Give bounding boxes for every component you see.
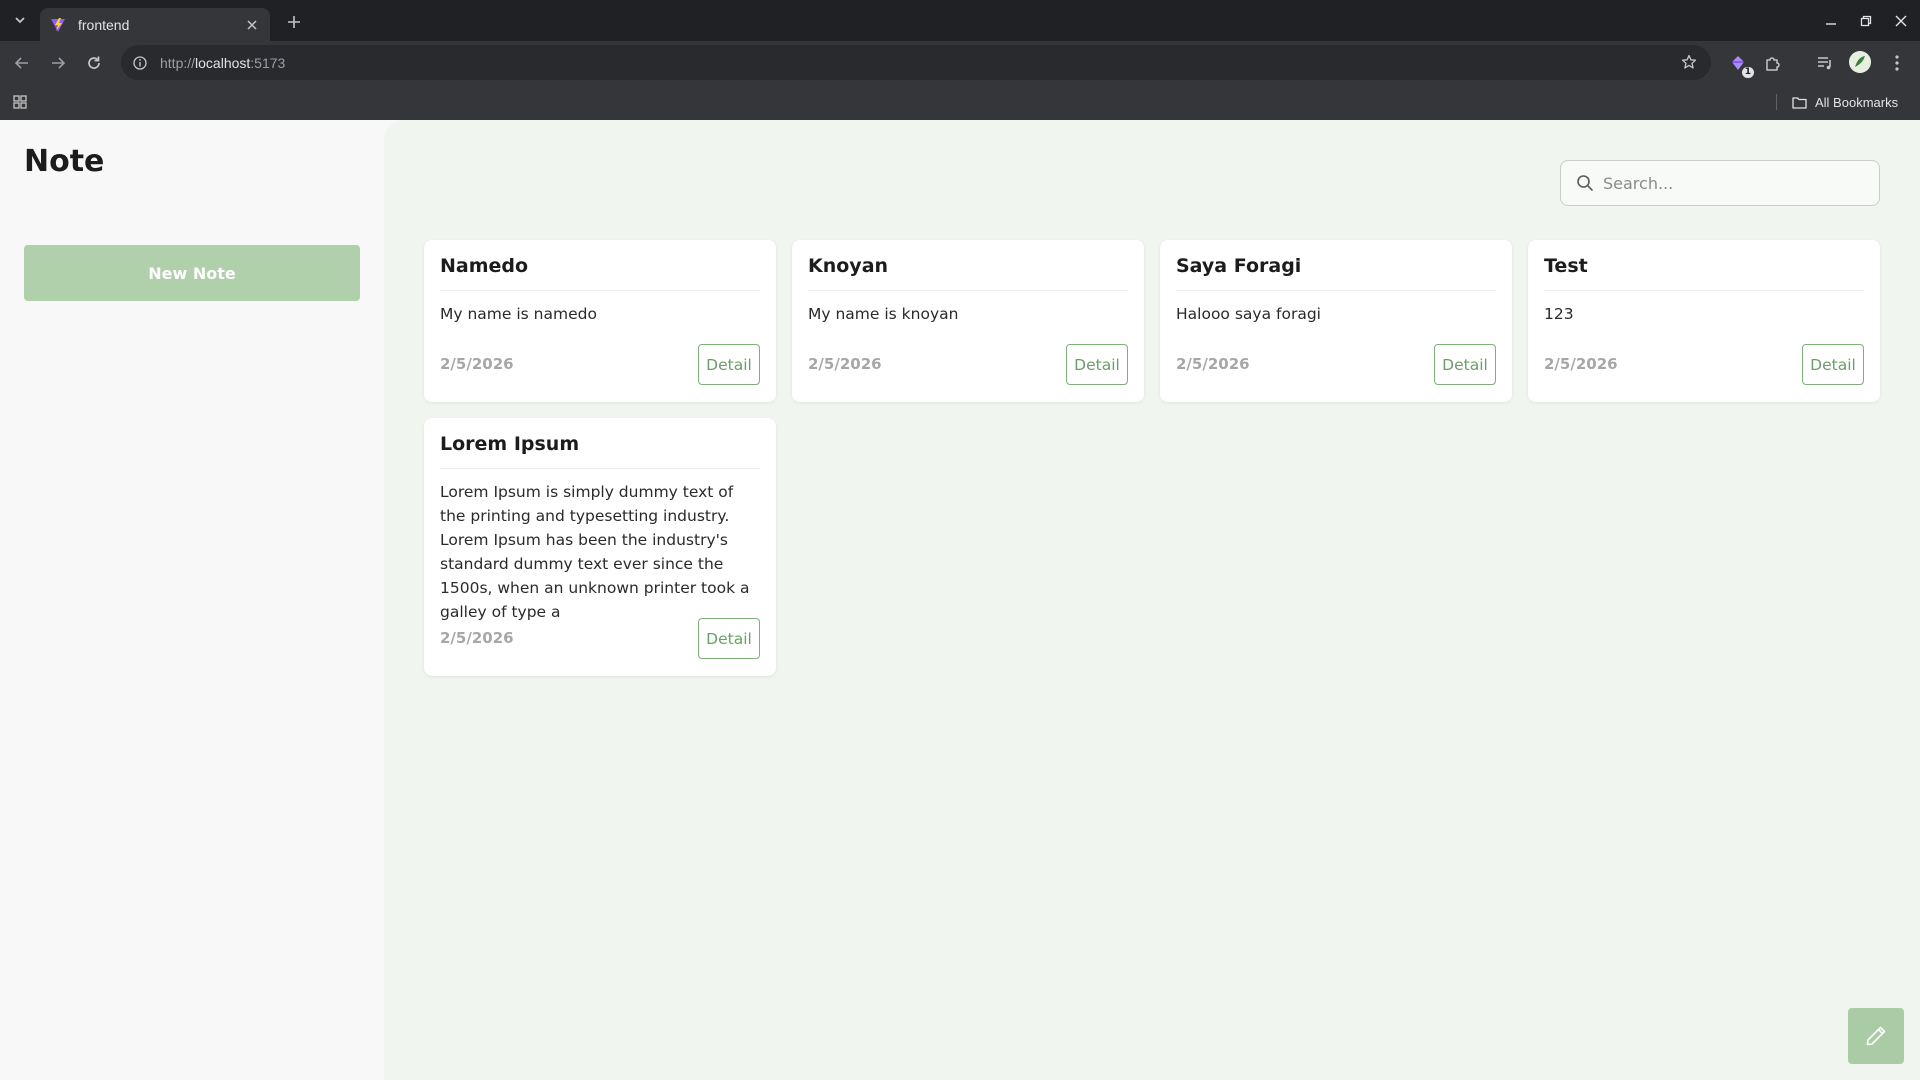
note-title: Lorem Ipsum: [440, 433, 580, 455]
note-title: Namedo: [440, 255, 529, 277]
note-body: 123: [1544, 305, 1574, 323]
note-date: 2/5/2026: [1176, 355, 1250, 373]
apps-grid-icon[interactable]: [10, 92, 30, 112]
note-divider: [1544, 290, 1864, 291]
search-box[interactable]: [1560, 160, 1880, 206]
browser-menu-icon[interactable]: [1884, 50, 1910, 76]
note-title: Knoyan: [808, 255, 889, 277]
note-body: Lorem Ipsum is simply dummy text of the …: [440, 483, 750, 621]
restore-icon[interactable]: [1850, 5, 1882, 37]
new-note-button[interactable]: New Note: [24, 245, 360, 301]
note-body: Halooo saya foragi: [1176, 305, 1321, 323]
note-divider: [808, 290, 1128, 291]
note-card-test: Test 123 2/5/2026 Detail: [1528, 240, 1880, 402]
address-bar[interactable]: http://localhost:5173: [121, 45, 1711, 80]
app-viewport: Note New Note Namedo My name is namedo 2…: [0, 120, 1920, 1080]
note-card-namedo: Namedo My name is namedo 2/5/2026 Detail: [424, 240, 776, 402]
extension-gem-icon[interactable]: 1: [1725, 50, 1754, 78]
note-detail-button[interactable]: Detail: [1802, 344, 1864, 385]
vite-favicon-icon: [50, 17, 66, 33]
new-tab-plus-icon[interactable]: [282, 10, 306, 34]
note-card-saya-foragi: Saya Foragi Halooo saya foragi 2/5/2026 …: [1160, 240, 1512, 402]
close-window-icon[interactable]: [1885, 5, 1917, 37]
bookmarks-separator: [1776, 94, 1777, 110]
media-controls-icon[interactable]: [1812, 50, 1838, 76]
sidebar: Note New Note: [0, 120, 384, 1080]
tab-close-icon[interactable]: [242, 15, 262, 35]
folder-icon: [1792, 96, 1807, 109]
forward-arrow-icon[interactable]: [44, 49, 72, 77]
back-arrow-icon[interactable]: [8, 49, 36, 77]
bookmarks-bar: All Bookmarks: [0, 84, 1920, 120]
note-title: Test: [1544, 255, 1588, 277]
note-detail-button[interactable]: Detail: [698, 344, 760, 385]
note-body: My name is namedo: [440, 305, 597, 323]
bookmark-star-icon[interactable]: [1679, 52, 1699, 72]
note-date: 2/5/2026: [440, 629, 514, 647]
note-card-knoyan: Knoyan My name is knoyan 2/5/2026 Detail: [792, 240, 1144, 402]
minimize-icon[interactable]: [1815, 5, 1847, 37]
tab-title: frontend: [78, 16, 130, 33]
edit-fab-button[interactable]: [1848, 1008, 1904, 1064]
extensions-puzzle-icon[interactable]: [1760, 50, 1786, 76]
note-body: My name is knoyan: [808, 305, 959, 323]
window-controls: [1815, 0, 1920, 41]
note-title: Saya Foragi: [1176, 255, 1302, 277]
browser-tabstrip: frontend: [0, 0, 1920, 41]
search-input[interactable]: [1603, 173, 1853, 193]
pencil-icon: [1866, 1026, 1886, 1046]
browser-tab[interactable]: frontend: [40, 8, 270, 41]
note-date: 2/5/2026: [1544, 355, 1618, 373]
note-divider: [440, 290, 760, 291]
note-detail-button[interactable]: Detail: [698, 618, 760, 659]
notes-main: Namedo My name is namedo 2/5/2026 Detail…: [384, 120, 1920, 1080]
profile-avatar[interactable]: [1849, 51, 1871, 73]
note-divider: [440, 468, 760, 469]
browser-toolbar: http://localhost:5173 1: [0, 41, 1920, 84]
site-info-icon[interactable]: [130, 53, 150, 73]
reload-icon[interactable]: [80, 49, 108, 77]
note-detail-button[interactable]: Detail: [1066, 344, 1128, 385]
all-bookmarks-label: All Bookmarks: [1815, 94, 1899, 110]
note-divider: [1176, 290, 1496, 291]
note-date: 2/5/2026: [440, 355, 514, 373]
url-text: http://localhost:5173: [160, 54, 286, 71]
note-card-lorem-ipsum: Lorem Ipsum Lorem Ipsum is simply dummy …: [424, 418, 776, 676]
note-detail-button[interactable]: Detail: [1434, 344, 1496, 385]
search-icon: [1575, 173, 1595, 193]
extension-badge: 1: [1741, 67, 1754, 78]
note-date: 2/5/2026: [808, 355, 882, 373]
all-bookmarks-button[interactable]: All Bookmarks: [1792, 92, 1898, 112]
tab-search-chevron-icon[interactable]: [6, 8, 34, 32]
app-title: Note: [24, 144, 105, 179]
